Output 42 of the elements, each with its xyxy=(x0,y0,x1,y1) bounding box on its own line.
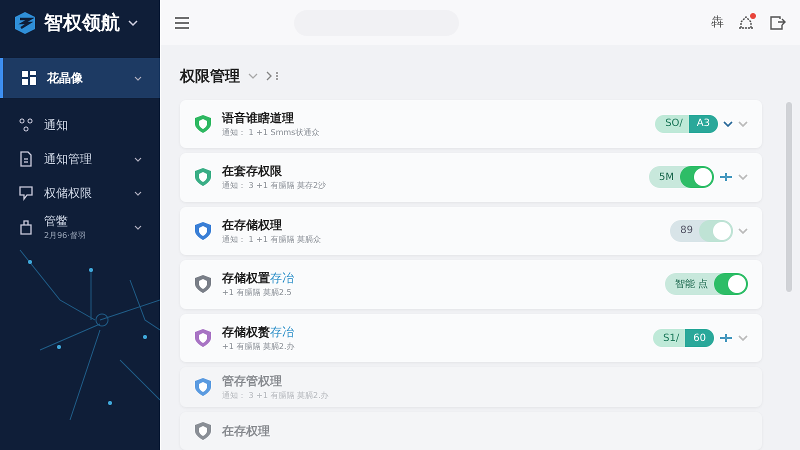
logo-icon xyxy=(14,11,36,35)
item-subtitle: 通知： 3 +1 有膈隔 莫膈2.办 xyxy=(222,390,329,402)
menu-icon[interactable] xyxy=(174,16,190,28)
nodes-icon xyxy=(18,117,34,133)
item-title: 在存权理 xyxy=(222,423,270,440)
scrollbar-thumb[interactable] xyxy=(786,102,792,292)
item-subtitle: 通知： 1 +1 Smms状通众 xyxy=(222,126,320,139)
sidebar-item[interactable]: 管鳖 2月96·督羽 xyxy=(0,210,160,244)
toggle-switch[interactable]: 智能 点 xyxy=(664,273,748,296)
toggle-switch[interactable]: 89 xyxy=(670,220,733,242)
item-title: 存储权赘存冶 xyxy=(222,324,295,342)
sidebar-item[interactable]: 权储权限 xyxy=(0,176,160,210)
sidebar-item[interactable]: 通知管理 xyxy=(0,142,160,176)
page-title: 权限管理 xyxy=(180,66,240,87)
dashboard-icon xyxy=(21,70,37,86)
item-subtitle: +1 有膈隔 莫膈2.5 xyxy=(222,287,293,300)
item-title: 管存管权理 xyxy=(222,373,283,390)
chevron-icon xyxy=(134,190,142,196)
sidebar-item[interactable]: 花晶像 xyxy=(0,58,160,98)
chevron-icon xyxy=(134,224,142,230)
document-icon xyxy=(18,151,34,167)
status-pill[interactable]: SO/ A3 xyxy=(655,114,718,133)
chevron-icon xyxy=(134,74,142,82)
sidebar-item[interactable]: 通知 xyxy=(0,108,160,142)
action-text[interactable]: 犇 xyxy=(711,12,724,32)
item-title: 在存储权理 xyxy=(222,216,283,234)
item-title: 语音谁瞎道理 xyxy=(222,110,295,127)
item-title: 存储权置存冶 xyxy=(222,270,294,288)
toggle-switch[interactable]: 5M xyxy=(649,166,714,188)
status-pill[interactable]: S1/ 60 xyxy=(653,329,714,348)
chevron-icon xyxy=(134,156,142,162)
plus-icon[interactable] xyxy=(719,332,733,344)
item-title: 在套存权限 xyxy=(222,163,283,180)
breadcrumb-more-icon[interactable] xyxy=(266,71,280,82)
bag-icon xyxy=(18,219,34,235)
app-title: 智权领航 xyxy=(44,10,120,36)
plus-icon[interactable] xyxy=(719,171,733,184)
chat-icon xyxy=(18,185,34,201)
export-icon[interactable] xyxy=(768,14,786,30)
item-subtitle: +1 有膈隔 莫膈2.办 xyxy=(222,341,295,354)
item-subtitle: 通知： 1 +1 有膈隔 莫膈众 xyxy=(222,234,322,246)
item-subtitle: 通知： 3 +1 有膈隔 莫存2沙 xyxy=(222,180,326,192)
